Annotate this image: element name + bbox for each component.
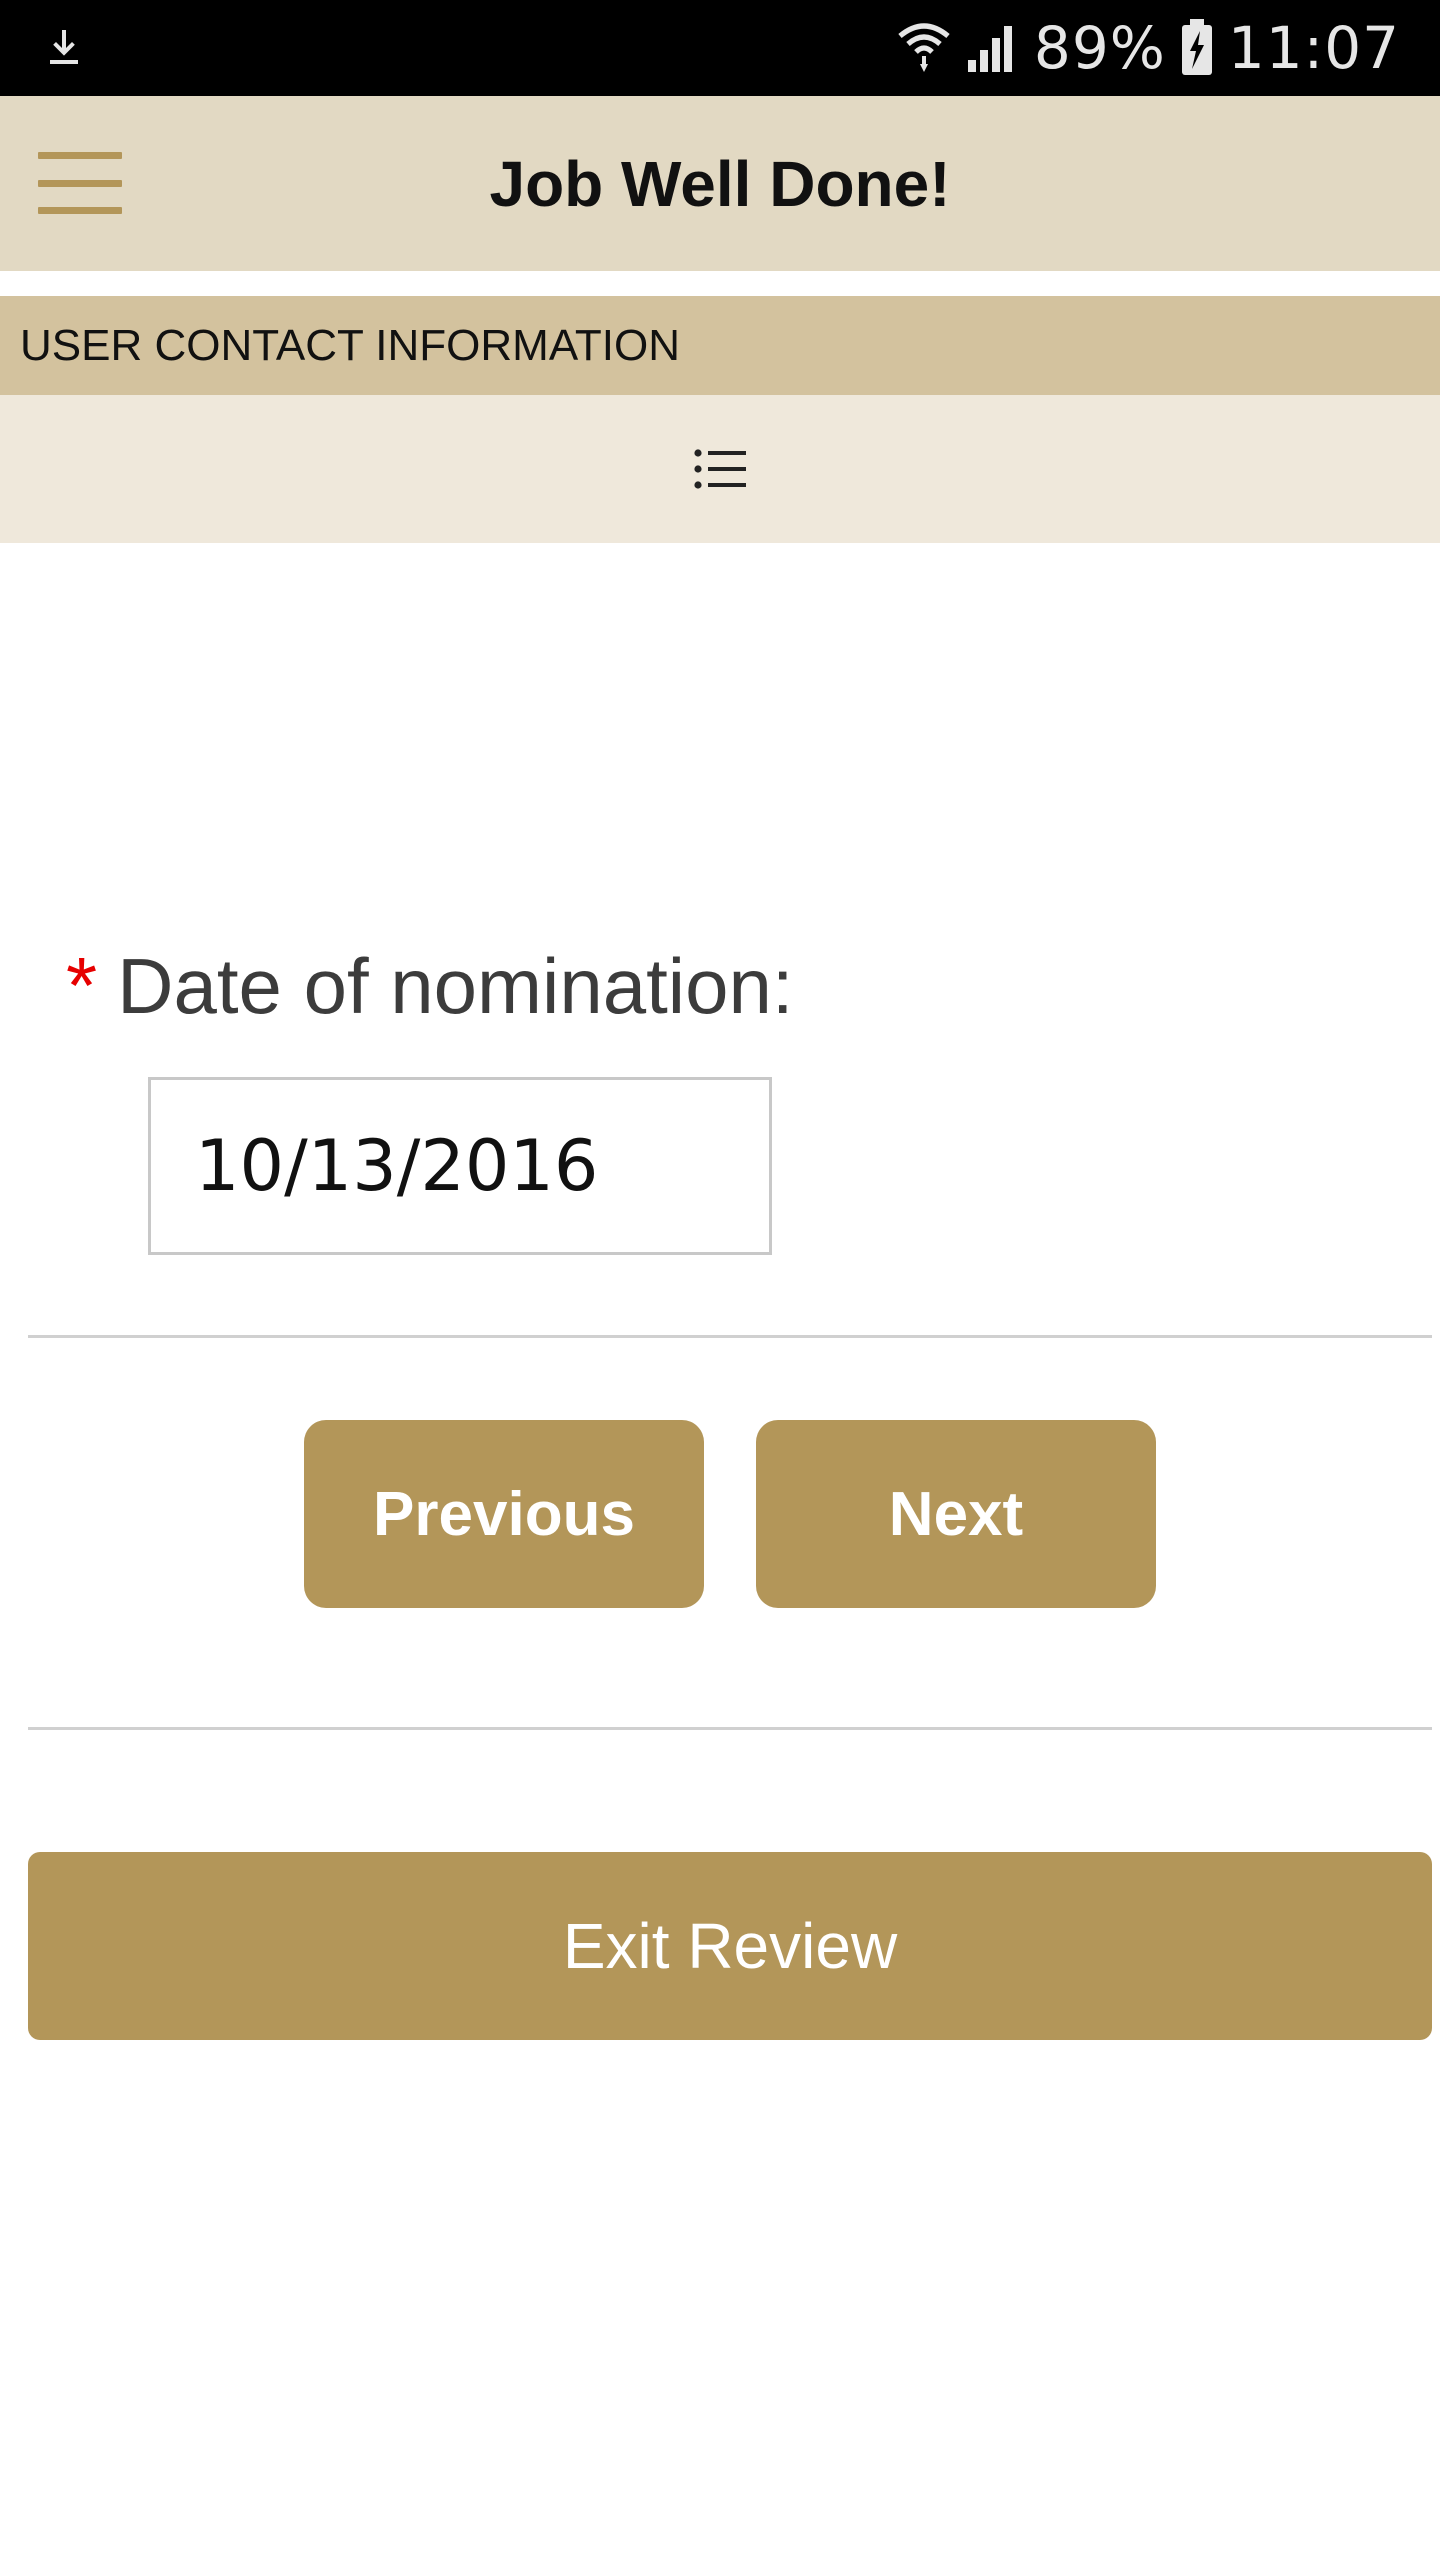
status-indicators: 89% 11:07 [898, 0, 1400, 96]
toc-bar [0, 395, 1440, 543]
required-marker: * [66, 941, 98, 1030]
list-icon[interactable] [692, 445, 748, 493]
app-bar: Job Well Done! [0, 96, 1440, 271]
clock: 11:07 [1227, 14, 1400, 82]
menu-line [38, 179, 122, 187]
divider [28, 1335, 1432, 1338]
date-of-nomination-input[interactable] [148, 1077, 772, 1255]
download-icon [50, 30, 78, 64]
menu-line [38, 207, 122, 214]
date-label-text: Date of nomination: [117, 942, 794, 1030]
next-button[interactable]: Next [756, 1420, 1156, 1608]
battery-charging-icon [1181, 19, 1212, 75]
exit-review-button[interactable]: Exit Review [28, 1852, 1432, 2040]
date-of-nomination-label: * Date of nomination: [66, 940, 794, 1032]
divider [28, 1727, 1432, 1730]
status-bar: 89% 11:07 [0, 0, 1440, 96]
hamburger-icon[interactable] [38, 152, 122, 214]
wifi-icon [898, 23, 950, 72]
app-title: Job Well Done! [489, 147, 951, 220]
previous-button[interactable]: Previous [304, 1420, 704, 1608]
menu-line [38, 152, 122, 159]
signal-icon [967, 26, 1012, 72]
section-header: USER CONTACT INFORMATION [0, 296, 1440, 395]
battery-percent: 89% [1033, 14, 1166, 82]
